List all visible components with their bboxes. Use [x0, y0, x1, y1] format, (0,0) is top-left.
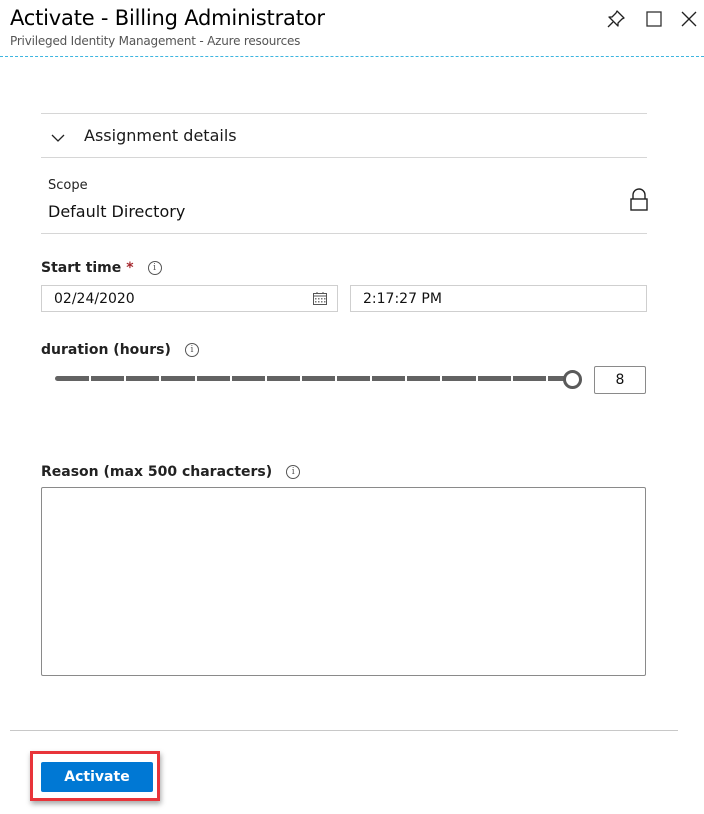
required-marker: * — [126, 260, 133, 276]
reason-label-text: Reason (max 500 characters) — [41, 464, 272, 480]
close-icon[interactable] — [679, 9, 699, 29]
slider-segment — [442, 376, 475, 381]
info-icon[interactable]: i — [148, 261, 162, 275]
chevron-down-icon — [50, 130, 66, 146]
blade-header: Activate - Billing Administrator Privile… — [0, 0, 704, 57]
duration-value-input[interactable]: 8 — [594, 366, 646, 394]
slider-segment — [91, 376, 124, 381]
slider-segment — [161, 376, 194, 381]
slider-segment — [407, 376, 440, 381]
start-time-label: Start time * i — [41, 260, 162, 276]
slider-segment — [478, 376, 511, 381]
slider-segment — [232, 376, 265, 381]
section-header-divider — [41, 157, 647, 158]
assignment-details-label: Assignment details — [84, 126, 237, 145]
start-time-input[interactable]: 2:17:27 PM — [350, 285, 647, 312]
slider-segment — [126, 376, 159, 381]
duration-slider[interactable] — [55, 373, 582, 385]
slider-segment — [372, 376, 405, 381]
section-top-divider — [41, 113, 647, 114]
start-date-input[interactable]: 02/24/2020 — [41, 285, 338, 312]
slider-thumb[interactable] — [563, 370, 582, 389]
reason-label: Reason (max 500 characters) i — [41, 464, 300, 480]
assignment-details-toggle[interactable]: Assignment details — [50, 124, 237, 146]
activate-button[interactable]: Activate — [41, 762, 153, 792]
info-icon[interactable]: i — [286, 465, 300, 479]
calendar-icon[interactable] — [313, 292, 327, 305]
slider-segment — [55, 376, 89, 381]
reason-textarea[interactable] — [41, 487, 646, 676]
maximize-icon[interactable] — [644, 9, 664, 29]
slider-segment — [302, 376, 335, 381]
info-icon[interactable]: i — [185, 343, 199, 357]
start-time-value: 2:17:27 PM — [363, 291, 442, 307]
blade-subtitle: Privileged Identity Management - Azure r… — [10, 34, 300, 48]
slider-segment — [337, 376, 370, 381]
slider-track[interactable] — [55, 376, 582, 381]
slider-segment — [267, 376, 300, 381]
start-time-label-text: Start time — [41, 260, 121, 276]
slider-segment — [197, 376, 230, 381]
scope-label: Scope — [48, 178, 88, 193]
footer-divider — [10, 730, 678, 731]
blade-title: Activate - Billing Administrator — [10, 6, 325, 30]
pin-icon[interactable] — [606, 9, 626, 29]
scope-value: Default Directory — [48, 202, 185, 221]
lock-icon — [629, 188, 649, 212]
scope-divider — [41, 233, 647, 234]
slider-segment — [513, 376, 546, 381]
duration-label: duration (hours) i — [41, 342, 199, 358]
start-date-value: 02/24/2020 — [54, 291, 135, 307]
duration-label-text: duration (hours) — [41, 342, 171, 358]
